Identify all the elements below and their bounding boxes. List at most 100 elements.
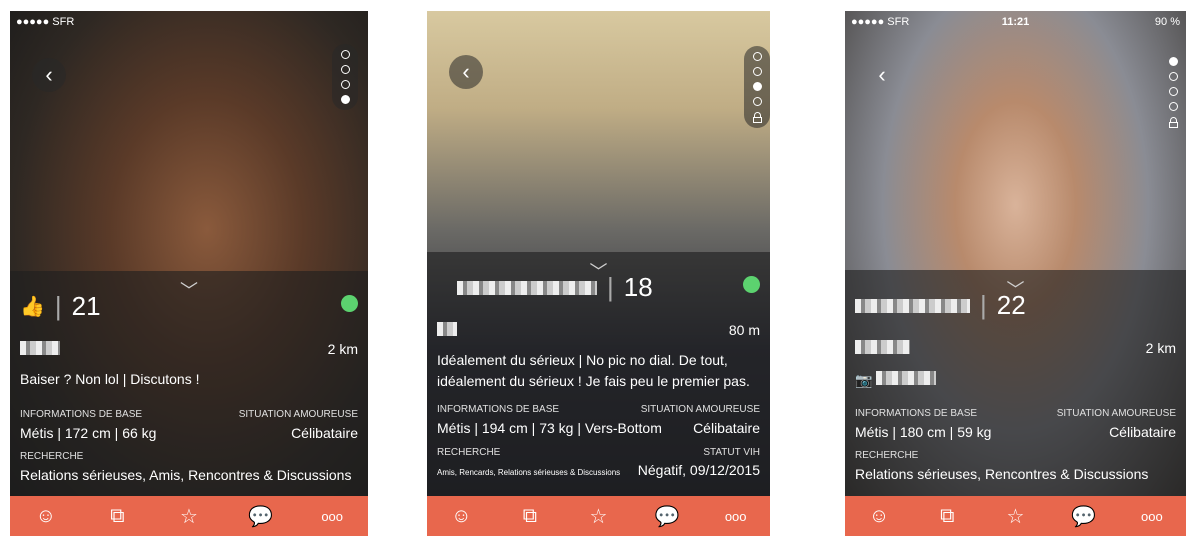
clock-label: 11:21	[1001, 16, 1030, 28]
pixelated-name	[855, 298, 970, 313]
online-indicator	[743, 276, 760, 293]
relationship-value: Célibataire	[693, 420, 760, 436]
tab-bar: ☺ ⧉ ☆ 💬 ooo	[427, 496, 770, 536]
pixelated-handle	[876, 371, 937, 385]
distance-label: 2 km	[327, 341, 358, 357]
pager-dot[interactable]	[752, 97, 762, 106]
back-button[interactable]: ‹	[865, 58, 899, 92]
search-header: RECHERCHE STATUT VIH	[437, 447, 760, 458]
pager-dot-active[interactable]	[1168, 57, 1178, 66]
tab-bar: ☺ ⧉ ☆ 💬 ooo	[845, 496, 1186, 536]
star-icon[interactable]: ☆	[578, 496, 618, 536]
base-info-value: Métis | 172 cm | 66 kg	[20, 425, 157, 441]
profile-info-panel: ﹀ | 22 2 km 📷 INFORMATIONS DE BASE SITUA…	[845, 270, 1186, 496]
age-label: 22	[996, 290, 1026, 320]
section-headers: INFORMATIONS DE BASE SITUATION AMOUREUSE	[20, 409, 358, 420]
more-icon[interactable]: ooo	[312, 496, 352, 536]
pager-dot-active[interactable]	[340, 95, 350, 104]
back-button[interactable]: ‹	[32, 58, 66, 92]
about-text: Idéalement du sérieux | No pic no dial. …	[437, 352, 750, 389]
base-info-value: Métis | 180 cm | 59 kg	[855, 424, 992, 440]
name-row: | 22	[855, 290, 1026, 321]
search-value: Amis, Rencards, Relations sérieuses & Di…	[437, 468, 621, 477]
search-label: RECHERCHE	[855, 450, 919, 461]
separator: |	[980, 290, 987, 320]
emoji-icon[interactable]: ☺	[859, 496, 899, 536]
age-label: 21	[71, 291, 101, 321]
pager-dot[interactable]	[340, 65, 350, 74]
base-info-row: Métis | 194 cm | 73 kg | Vers-Bottom Cél…	[437, 420, 760, 436]
base-info-label: INFORMATIONS DE BASE	[855, 408, 978, 419]
pager-dot[interactable]	[1168, 102, 1178, 111]
chat-icon[interactable]: 💬	[647, 496, 687, 536]
section-headers: INFORMATIONS DE BASE SITUATION AMOUREUSE	[855, 408, 1176, 419]
profile-screen-2: ‹ ﹀ | 18 80 m Idéalement du sérieux | No…	[427, 11, 770, 536]
star-icon[interactable]: ☆	[995, 496, 1035, 536]
photo-pager[interactable]	[1160, 51, 1186, 133]
pager-dot[interactable]	[752, 52, 762, 61]
name-row: 👍 | 21	[20, 291, 101, 322]
search-label: RECHERCHE	[20, 451, 84, 462]
chat-icon[interactable]: 💬	[1064, 496, 1104, 536]
pager-dot[interactable]	[340, 80, 350, 89]
battery-label: 90 %	[1154, 16, 1180, 28]
pager-dot[interactable]	[1168, 72, 1178, 81]
status-bar: ●●●●● SFR 11:21 90 %	[851, 14, 1180, 30]
camera-icon: 📷	[855, 372, 873, 388]
base-info-value: Métis | 194 cm | 73 kg | Vers-Bottom	[437, 420, 662, 436]
collection-icon[interactable]: ⧉	[97, 496, 137, 536]
base-info-label: INFORMATIONS DE BASE	[437, 404, 560, 415]
pager-dot[interactable]	[752, 67, 762, 76]
relationship-label: SITUATION AMOUREUSE	[640, 404, 760, 415]
chat-icon[interactable]: 💬	[241, 496, 281, 536]
pager-dot[interactable]	[1168, 87, 1178, 96]
base-info-label: INFORMATIONS DE BASE	[20, 409, 143, 420]
collection-icon[interactable]: ⧉	[927, 496, 967, 536]
relationship-label: SITUATION AMOUREUSE	[1056, 408, 1176, 419]
collection-icon[interactable]: ⧉	[510, 496, 550, 536]
search-value: Relations sérieuses, Amis, Rencontres & …	[20, 467, 352, 483]
separator: |	[607, 272, 614, 302]
location-row: 80 m	[437, 322, 760, 339]
relationship-label: SITUATION AMOUREUSE	[238, 409, 358, 420]
search-label: RECHERCHE	[437, 447, 501, 458]
more-icon[interactable]: ooo	[1132, 496, 1172, 536]
star-icon[interactable]: ☆	[169, 496, 209, 536]
pager-dot[interactable]	[340, 50, 350, 59]
back-button[interactable]: ‹	[449, 55, 483, 89]
photo-pager[interactable]	[332, 44, 358, 110]
distance-label: 80 m	[728, 322, 760, 338]
more-icon[interactable]: ooo	[716, 496, 756, 536]
emoji-icon[interactable]: ☺	[26, 496, 66, 536]
age-label: 18	[623, 272, 653, 302]
about-text: Baiser ? Non lol | Discutons !	[20, 371, 200, 387]
emoji-icon[interactable]: ☺	[441, 496, 481, 536]
photo-pager[interactable]	[744, 46, 770, 128]
search-value: Relations sérieuses, Rencontres & Discus…	[855, 466, 1149, 482]
name-row: | 18	[457, 272, 653, 303]
pixelated-location	[855, 340, 910, 354]
pixelated-name	[20, 341, 60, 355]
tab-bar: ☺ ⧉ ☆ 💬 ooo	[10, 496, 368, 536]
lock-icon	[752, 112, 762, 123]
online-indicator	[341, 295, 358, 312]
profile-screen-3: ●●●●● SFR 11:21 90 % ‹ ﹀ | 22 2 km 📷 INF…	[845, 11, 1186, 536]
base-info-row: Métis | 172 cm | 66 kg Célibataire	[20, 425, 358, 441]
lock-icon	[1168, 117, 1178, 128]
search-header: RECHERCHE	[855, 450, 1176, 461]
carrier-label: ●●●●● SFR	[851, 16, 910, 28]
relationship-value: Célibataire	[291, 425, 358, 441]
chevron-down-icon[interactable]: ﹀	[180, 277, 198, 303]
hiv-label: STATUT VIH	[703, 447, 760, 458]
pager-dot-active[interactable]	[752, 82, 762, 91]
location-row: 2 km	[20, 341, 358, 358]
base-info-row: Métis | 180 cm | 59 kg Célibataire	[855, 424, 1176, 440]
profile-screen-1: ●●●●● SFR ‹ ﹀ 👍 | 21 2 km Baiser ? Non l…	[10, 11, 368, 536]
thumbs-up-icon: 👍	[20, 296, 45, 318]
relationship-value: Célibataire	[1109, 424, 1176, 440]
pixelated-location	[437, 322, 457, 336]
separator: |	[54, 291, 62, 321]
profile-info-panel: ﹀ | 18 80 m Idéalement du sérieux | No p…	[427, 252, 770, 496]
search-row: Amis, Rencards, Relations sérieuses & Di…	[437, 462, 760, 478]
status-bar: ●●●●● SFR	[16, 14, 362, 30]
